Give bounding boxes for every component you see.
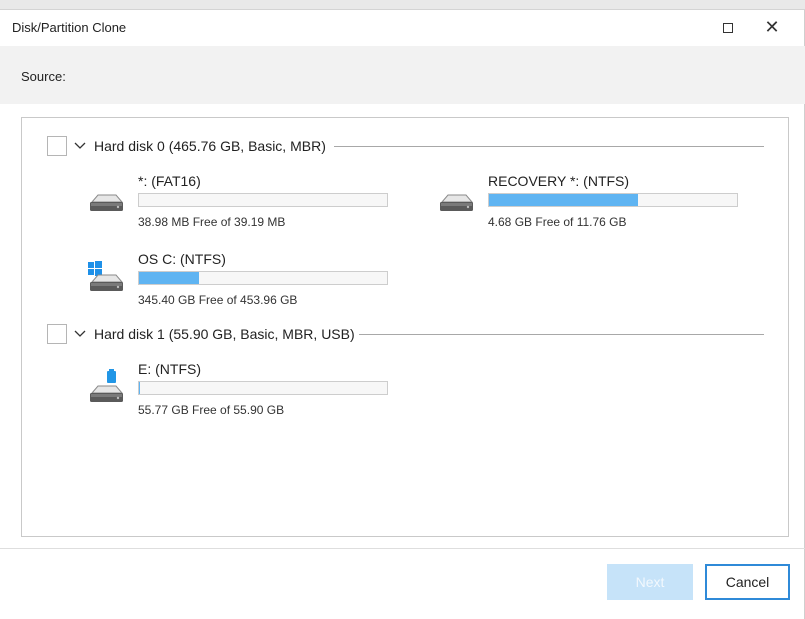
source-label: Source: [21,69,66,84]
drive-icon [90,194,124,211]
drive-icon [440,194,474,211]
chevron-down-icon[interactable] [74,140,86,152]
footer-divider [0,548,805,549]
disk-1-divider [359,334,764,335]
windows-drive-icon [88,261,124,291]
close-icon: ✕ [764,17,780,38]
maximize-icon [723,23,733,33]
partition-0-2[interactable]: OS C: (NTFS) 345.40 GB Free of 453.96 GB [86,251,396,307]
usage-fill [489,194,638,206]
partition-free-space: 38.98 MB Free of 39.19 MB [138,215,286,229]
partition-name: OS C: (NTFS) [138,251,226,267]
source-header: Source: [0,46,805,104]
next-button[interactable]: Next [607,564,693,600]
partition-name: E: (NTFS) [138,361,201,377]
top-edge-strip [0,0,805,10]
title-bar: Disk/Partition Clone ✕ [0,10,805,46]
partition-usage-bar [488,193,738,207]
disk-0-title: Hard disk 0 (465.76 GB, Basic, MBR) [94,138,326,154]
partition-free-space: 4.68 GB Free of 11.76 GB [488,215,627,229]
disk-partition-clone-window: Disk/Partition Clone ✕ Source: Hard disk… [0,10,805,619]
disk-0-checkbox[interactable] [47,136,67,156]
close-button[interactable]: ✕ [750,10,794,46]
partition-usage-bar [138,381,388,395]
disk-header-1: Hard disk 1 (55.90 GB, Basic, MBR, USB) [47,324,355,344]
usage-fill [139,272,199,284]
disk-1-checkbox[interactable] [47,324,67,344]
disk-1-title: Hard disk 1 (55.90 GB, Basic, MBR, USB) [94,326,355,342]
partition-usage-bar [138,271,388,285]
disk-list-panel: Hard disk 0 (465.76 GB, Basic, MBR) *: (… [21,117,789,537]
usage-fill [139,382,141,394]
maximize-button[interactable] [706,10,750,46]
chevron-down-icon[interactable] [74,328,86,340]
partition-1-0[interactable]: E: (NTFS) 55.77 GB Free of 55.90 GB [86,361,396,417]
usb-drive-icon [90,369,124,402]
window-title: Disk/Partition Clone [12,20,127,35]
partition-name: RECOVERY *: (NTFS) [488,173,630,189]
partition-usage-bar [138,193,388,207]
partition-name: *: (FAT16) [138,173,201,189]
partition-free-space: 55.77 GB Free of 55.90 GB [138,403,285,417]
disk-header-0: Hard disk 0 (465.76 GB, Basic, MBR) [47,136,326,156]
partition-0-1[interactable]: RECOVERY *: (NTFS) 4.68 GB Free of 11.76… [436,173,746,229]
partition-0-0[interactable]: *: (FAT16) 38.98 MB Free of 39.19 MB [86,173,396,229]
disk-0-divider [334,146,764,147]
cancel-button[interactable]: Cancel [705,564,790,600]
partition-free-space: 345.40 GB Free of 453.96 GB [138,293,298,307]
